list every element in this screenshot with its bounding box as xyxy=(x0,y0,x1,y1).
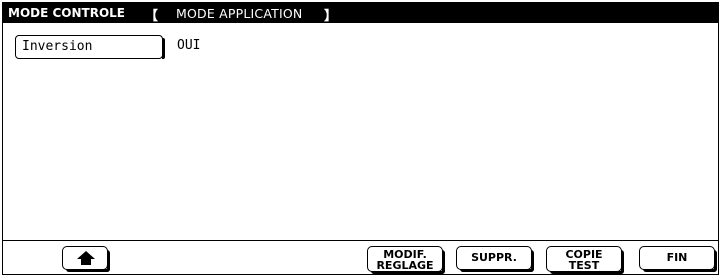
bottom-divider xyxy=(2,240,719,241)
setting-name: Inversion xyxy=(22,39,93,54)
bracket-left: 【 xyxy=(145,9,159,24)
copie-label-line2: TEST xyxy=(568,259,600,272)
suppr-label: SUPPR. xyxy=(471,251,517,264)
fin-button[interactable]: FIN xyxy=(639,246,717,272)
home-up-arrow-icon xyxy=(77,251,95,265)
setting-value: OUI xyxy=(177,38,201,53)
suppr-button[interactable]: SUPPR. xyxy=(456,246,534,272)
title-bar: MODE CONTROLE 【 MODE APPLICATION 】 xyxy=(2,3,719,24)
copie-test-button[interactable]: COPIE TEST xyxy=(546,246,624,274)
submode-title: MODE APPLICATION xyxy=(176,6,303,21)
mode-title: MODE CONTROLE xyxy=(8,6,125,20)
fin-label: FIN xyxy=(666,251,688,264)
home-button[interactable] xyxy=(62,246,110,272)
modif-reglage-button[interactable]: MODIF. REGLAGE xyxy=(367,246,445,274)
modif-label-line2: REGLAGE xyxy=(376,259,434,272)
inversion-setting-button[interactable]: Inversion xyxy=(15,35,165,59)
bracket-right: 】 xyxy=(324,9,338,24)
